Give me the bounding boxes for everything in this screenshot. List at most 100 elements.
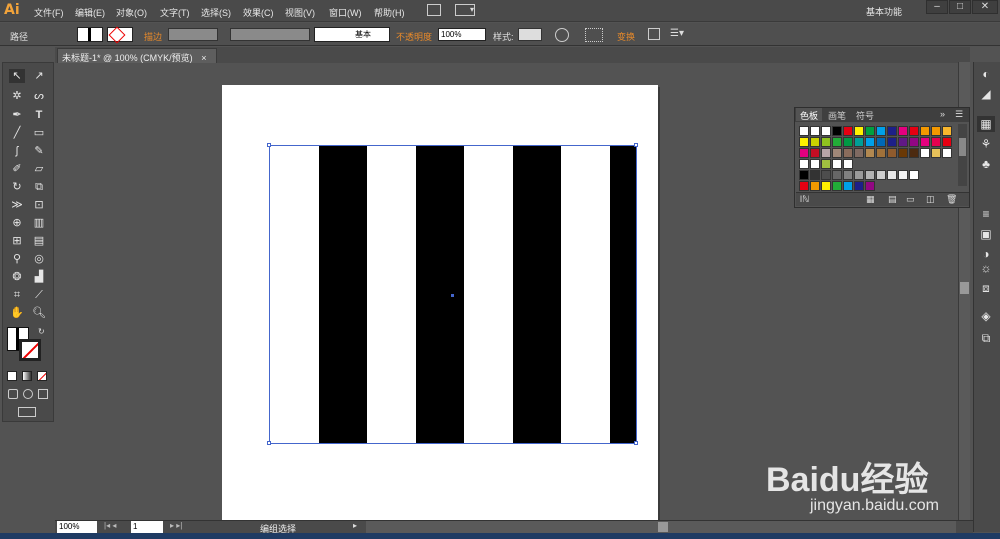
status-menu-icon[interactable]: ▸ <box>353 521 357 530</box>
zoom-tool-icon[interactable]: 🔍︎ <box>31 306 47 320</box>
isolate-group-icon[interactable] <box>648 28 660 40</box>
swatch[interactable] <box>876 137 886 147</box>
swatch[interactable] <box>832 137 842 147</box>
brush-definition[interactable]: 基本 <box>314 27 390 42</box>
swatch[interactable] <box>920 137 930 147</box>
swatch[interactable] <box>876 148 886 158</box>
swatch[interactable] <box>931 148 941 158</box>
swatch[interactable] <box>865 181 875 191</box>
panel-collapse-icon[interactable]: » <box>940 109 945 119</box>
bridge-icon[interactable] <box>427 4 441 16</box>
swatch[interactable] <box>843 148 853 158</box>
free-transform-tool-icon[interactable]: ⊡ <box>31 198 47 212</box>
swatch[interactable] <box>920 126 930 136</box>
none-mode-icon[interactable] <box>37 371 47 381</box>
swatch[interactable] <box>799 181 809 191</box>
graphic-styles-icon[interactable]: ⧈ <box>977 280 995 296</box>
swatch[interactable] <box>920 148 930 158</box>
stroke-panel-icon[interactable]: ≡ <box>977 206 995 222</box>
swatch[interactable] <box>832 170 842 180</box>
swatch[interactable] <box>799 137 809 147</box>
swatch[interactable] <box>931 126 941 136</box>
workspace-switcher[interactable]: 基本功能 <box>866 5 902 18</box>
recolor-artwork-icon[interactable] <box>555 28 569 42</box>
swatch[interactable] <box>865 170 875 180</box>
swatch-options-icon[interactable]: ▤ <box>888 194 897 205</box>
swatch[interactable] <box>810 159 820 169</box>
swatch[interactable] <box>810 148 820 158</box>
scale-tool-icon[interactable]: ⧉ <box>31 180 47 194</box>
mesh-tool-icon[interactable]: ⊞ <box>9 234 25 248</box>
swatch[interactable] <box>832 148 842 158</box>
symbols-panel-icon[interactable]: ♣ <box>977 156 995 172</box>
eyedropper-tool-icon[interactable]: ⚲ <box>9 252 25 266</box>
menu-view[interactable]: 视图(V) <box>285 6 315 19</box>
horizontal-scrollbar[interactable] <box>366 521 956 533</box>
bounding-handle[interactable] <box>267 441 271 445</box>
swatch[interactable] <box>887 170 897 180</box>
menu-select[interactable]: 选择(S) <box>201 6 231 19</box>
tab-brushes[interactable]: 画笔 <box>824 108 850 121</box>
swatch[interactable] <box>843 137 853 147</box>
bounding-handle[interactable] <box>634 143 638 147</box>
swatch[interactable] <box>810 137 820 147</box>
h-scroll-thumb[interactable] <box>658 522 668 532</box>
swatch[interactable] <box>843 170 853 180</box>
new-color-group-icon[interactable]: ▭ <box>906 194 915 205</box>
close-tab-icon[interactable]: × <box>201 53 206 63</box>
swatch[interactable] <box>821 181 831 191</box>
brushes-panel-icon[interactable]: ⚘ <box>977 136 995 152</box>
show-kinds-icon[interactable]: ▦ <box>866 194 875 205</box>
graphic-style-picker[interactable] <box>518 28 542 41</box>
variable-width-profile[interactable] <box>230 28 310 41</box>
swatch[interactable] <box>898 170 908 180</box>
swatch[interactable] <box>854 137 864 147</box>
swatch[interactable] <box>821 159 831 169</box>
draw-behind-icon[interactable] <box>23 389 33 399</box>
line-tool-icon[interactable]: ╱ <box>9 126 25 140</box>
layers-panel-icon[interactable]: ◈ <box>977 308 995 324</box>
paintbrush-tool-icon[interactable]: ʃ <box>9 144 25 158</box>
rectangle-tool-icon[interactable]: ▭ <box>31 126 47 140</box>
slice-tool-icon[interactable]: ⟋ <box>31 288 47 302</box>
fill-swatch[interactable] <box>77 27 103 42</box>
type-tool-icon[interactable]: T <box>31 108 47 122</box>
rotate-tool-icon[interactable]: ↻ <box>9 180 25 194</box>
swatch-scrollbar[interactable] <box>958 124 967 186</box>
swatch[interactable] <box>942 137 952 147</box>
swatch[interactable] <box>810 126 820 136</box>
scroll-thumb[interactable] <box>960 282 969 294</box>
swatch-libraries-icon[interactable]: lℕ <box>800 194 809 205</box>
artboard-prev-icon[interactable]: |◂ ◂ <box>104 521 116 530</box>
magic-wand-tool-icon[interactable]: ✲ <box>9 89 25 103</box>
maximize-button[interactable]: □ <box>949 0 971 14</box>
panel-options-icon[interactable]: ☰ <box>955 109 963 120</box>
swap-colors-icon[interactable]: ↻ <box>38 327 45 336</box>
draw-inside-icon[interactable] <box>38 389 48 399</box>
hand-tool-icon[interactable]: ✋ <box>9 306 25 320</box>
swatch[interactable] <box>887 126 897 136</box>
pencil-tool-icon[interactable]: ✎ <box>31 144 47 158</box>
zoom-level-input[interactable]: 100% <box>57 521 97 533</box>
artboard-number-input[interactable]: 1 <box>131 521 163 533</box>
menu-type[interactable]: 文字(T) <box>160 6 190 19</box>
swatch[interactable] <box>843 181 853 191</box>
lasso-tool-icon[interactable]: ᔕ <box>31 89 47 103</box>
tab-symbols[interactable]: 符号 <box>852 108 878 121</box>
gradient-tool-icon[interactable]: ▤ <box>31 234 47 248</box>
artboards-panel-icon[interactable]: ⧉ <box>977 330 995 346</box>
color-guide-icon[interactable]: ◢ <box>977 86 995 102</box>
swatch[interactable] <box>854 170 864 180</box>
artboard-next-icon[interactable]: ▸ ▸| <box>170 521 182 530</box>
menu-object[interactable]: 对象(O) <box>116 6 147 19</box>
swatch[interactable] <box>876 170 886 180</box>
stroke-label[interactable]: 描边 <box>144 30 162 43</box>
color-panel-icon[interactable]: ◐ <box>977 66 995 82</box>
swatch[interactable] <box>821 170 831 180</box>
selection-tool-icon[interactable]: ↖ <box>9 69 25 83</box>
menu-effect[interactable]: 效果(C) <box>243 6 274 19</box>
screen-mode-icon[interactable] <box>18 407 36 417</box>
column-graph-tool-icon[interactable]: ▟ <box>31 270 47 284</box>
swatch[interactable] <box>942 148 952 158</box>
swatch[interactable] <box>843 159 853 169</box>
